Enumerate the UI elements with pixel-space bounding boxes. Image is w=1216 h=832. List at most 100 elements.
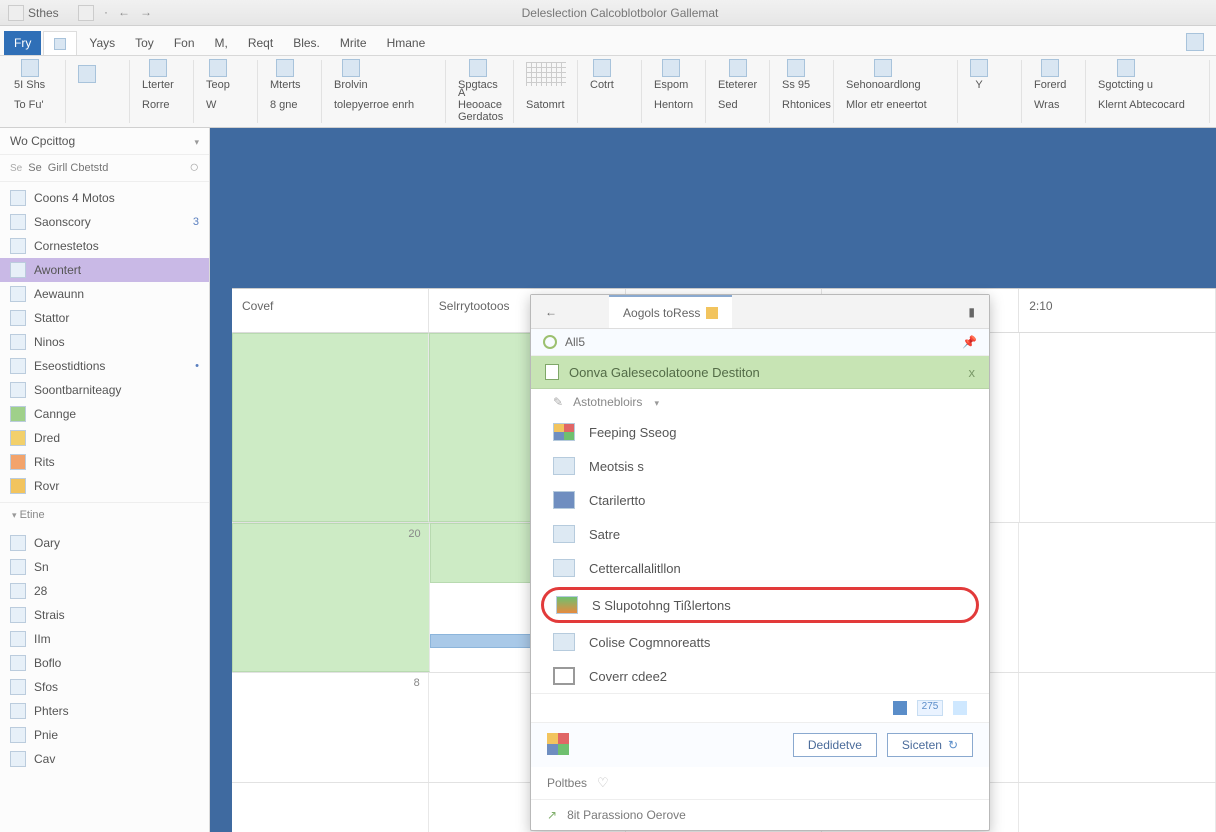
close-icon[interactable]: x [969,365,976,380]
ribbon-right-icon[interactable] [1186,33,1204,51]
nav-square-icon[interactable] [78,5,94,21]
popup-section-1[interactable]: ✎ Astotnebloirs [531,389,989,415]
event-label[interactable] [435,789,443,793]
sidebar-item-Dred[interactable]: Dred [0,426,209,450]
ribbon-button[interactable]: Y [970,59,988,91]
ribbon-tab-3[interactable]: M, [205,31,238,55]
bars-icon [556,596,578,614]
calendar-header-cell[interactable]: Covef [232,289,429,332]
popup-tab-active[interactable]: Aogols toRess [609,295,732,328]
ribbon-tab-active[interactable] [43,31,77,55]
ribbon-group-13: Y [962,60,1022,123]
popup-item-label: Satre [589,527,620,542]
green-arrow-icon: ↗ [547,808,557,822]
popup-item[interactable]: Meotsis s [531,449,989,483]
ribbon-button[interactable]: 5I Shs [14,59,45,91]
sidebar-item-Awontert[interactable]: Awontert [0,258,209,282]
heart-icon[interactable]: ♡ [597,775,609,791]
sidebar-item-label: Awontert [34,263,81,277]
ribbon-button[interactable]: Teop [206,59,230,91]
ribbon-label-bottom: Hentorn [654,99,693,111]
ribbon-button[interactable]: Lterter [142,59,174,91]
ribbon-button[interactable] [526,62,566,88]
ribbon-tab-0[interactable]: Yays [79,31,125,55]
sidebar-item-Stattor[interactable]: Stattor [0,306,209,330]
event-label[interactable] [239,661,247,665]
pin-icon[interactable]: 📌 [962,335,977,349]
sidebar-item-Saonscory[interactable]: Saonscory3 [0,210,209,234]
ribbon-tab-6[interactable]: Mrite [330,31,377,55]
ribbon-tab-2[interactable]: Fon [164,31,205,55]
forward-icon[interactable]: → [140,5,152,21]
quick-btn-1[interactable] [8,5,24,21]
popup-primary-button[interactable]: Dedidetve [793,733,877,757]
popup-item[interactable]: Satre [531,517,989,551]
color-grid-icon[interactable] [547,733,569,755]
sidebar-search-input[interactable] [28,162,183,174]
popup-item[interactable]: Coverr cdee2 [531,659,989,693]
event-label[interactable] [435,679,443,683]
sidebar-item-Sn[interactable]: Sn [0,555,209,579]
popup-tab-back[interactable]: ← [531,295,571,328]
popup-item[interactable]: Ctarilertto [531,483,989,517]
ribbon-button[interactable]: Brolvin [334,59,368,91]
popup-item[interactable]: Feeping Sseog [531,415,989,449]
search-circle-icon[interactable]: ○ [189,159,199,177]
ribbon-button[interactable]: Forerd [1034,59,1066,91]
popup-item[interactable]: Colise Cogmnoreatts [531,625,989,659]
ribbon-tab-7[interactable]: Hmane [377,31,436,55]
sidebar-item-Rits[interactable]: Rits [0,450,209,474]
popup-green-header[interactable]: Oonva Galesecolatoone Destiton x [531,356,989,389]
calendar-cell[interactable] [232,333,429,522]
calendar-cell[interactable] [1019,783,1216,832]
calendar-cell[interactable] [1019,523,1216,672]
popup-tab-blank[interactable] [571,295,609,328]
ribbon-button[interactable] [78,65,96,85]
sidebar-search[interactable]: Se ○ [0,155,209,182]
sidebar-item-Cannge[interactable]: Cannge [0,402,209,426]
popup-tab-extra[interactable]: ▮ [954,295,989,328]
popup-item[interactable]: Cettercallalitllon [531,551,989,585]
sidebar-item-Coons 4 Motos[interactable]: Coons 4 Motos [0,186,209,210]
sidebar-item-Strais[interactable]: Strais [0,603,209,627]
ribbon-button[interactable]: Cotrt [590,59,614,91]
sidebar-item-Oary[interactable]: Oary [0,531,209,555]
calendar-cell[interactable] [232,783,429,832]
ribbon-group-0: 5I ShsTo Fu' [6,60,66,123]
sidebar-item-Ninos[interactable]: Ninos [0,330,209,354]
ribbon-button[interactable]: Sgotcting u [1098,59,1153,91]
ribbon-button[interactable]: Eteterer [718,59,757,91]
calendar-cell[interactable]: 20 [232,523,430,672]
calendar-cell[interactable]: 8 [232,673,429,782]
calendar-cell[interactable] [1020,333,1216,522]
sidebar-item-28[interactable]: 28 [0,579,209,603]
sidebar-item-Rovr[interactable]: Rovr [0,474,209,498]
back-icon[interactable]: ← [118,5,130,21]
ribbon-tab-1[interactable]: Toy [125,31,164,55]
file-tab[interactable]: Fry [4,31,41,55]
sidebar-item-Soontbarniteagy[interactable]: Soontbarniteagy [0,378,209,402]
refresh-icon[interactable] [543,335,557,349]
popup-highlighted-item[interactable]: S Slupotohng Tißlertons [541,587,979,623]
event-label[interactable] [238,789,246,793]
sidebar-item-Phters[interactable]: Phters [0,699,209,723]
sidebar-item-Pnie[interactable]: Pnie [0,723,209,747]
ribbon-button[interactable]: Ss 95 [782,59,810,91]
popup-search-row: All5 📌 [531,329,989,356]
popup-secondary-button[interactable]: Siceten↻ [887,733,973,757]
sidebar-item-Cornestetos[interactable]: Cornestetos [0,234,209,258]
sidebar-item-Sfos[interactable]: Sfos [0,675,209,699]
sidebar-item-IIm[interactable]: IIm [0,627,209,651]
sidebar-item-Cav[interactable]: Cav [0,747,209,771]
sidebar-item-Eseostidtions[interactable]: Eseostidtions• [0,354,209,378]
ribbon-tab-5[interactable]: Bles. [283,31,330,55]
calendar-cell[interactable] [1019,673,1216,782]
ribbon-tab-4[interactable]: Reqt [238,31,283,55]
calendar-header-cell[interactable]: 2:10 [1019,289,1216,332]
sidebar-item-Boflo[interactable]: Boflo [0,651,209,675]
sidebar-collapse-icon[interactable] [192,134,199,148]
ribbon-button[interactable]: Espom [654,59,688,91]
ribbon-button[interactable]: Mterts [270,59,301,91]
sidebar-item-Aewaunn[interactable]: Aewaunn [0,282,209,306]
ribbon-button[interactable]: Sehonoardlong [846,59,921,91]
